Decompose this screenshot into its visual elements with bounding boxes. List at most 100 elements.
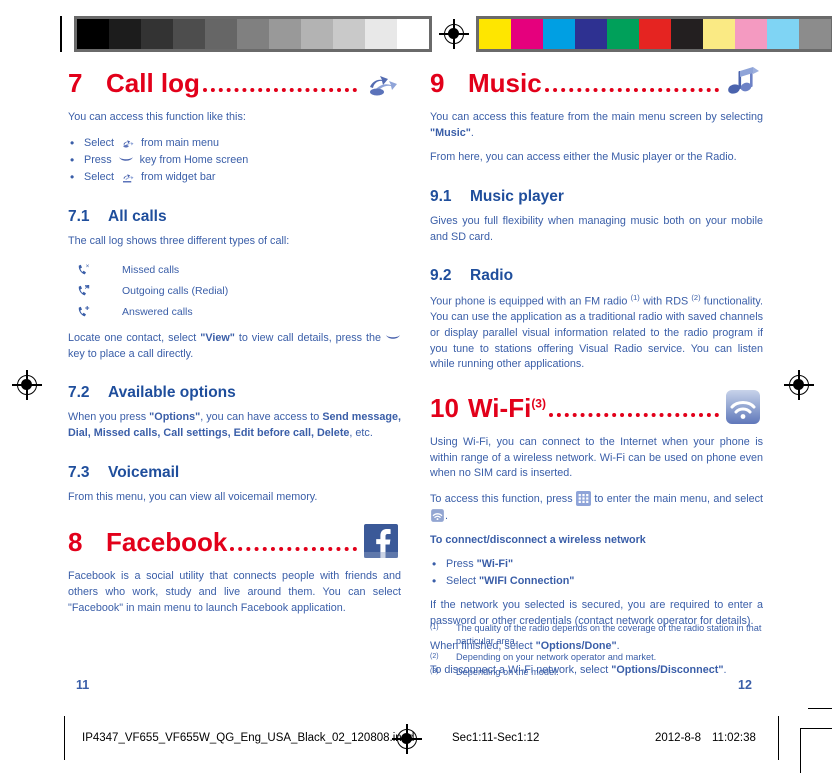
section-number: 7.1 — [68, 208, 90, 226]
heading-music: 9 Music — [430, 67, 763, 110]
footnote: (1) The quality of the radio depends on … — [430, 622, 763, 649]
music-intro-bold: "Music" — [430, 126, 471, 139]
color-swatch — [543, 19, 575, 49]
left-column: 7 Call log You can access this function … — [68, 70, 401, 625]
svg-text:×: × — [86, 263, 90, 270]
text-post: , etc. — [349, 427, 373, 439]
section-number: 8 — [68, 527, 83, 558]
color-swatch — [639, 19, 671, 49]
footnote-ref-1: (1) — [630, 293, 640, 303]
missed-call-icon: × — [68, 262, 122, 278]
section-number: 9 — [430, 68, 445, 98]
bullet-text-post: from main menu — [141, 136, 220, 149]
print-calibration-bar — [60, 16, 832, 52]
wifi-para2-pre: To access this function, press — [430, 492, 576, 505]
call-type-list: × Missed calls Outgoing calls (Redial) A… — [68, 259, 401, 322]
music-intro: You can access this feature from the mai… — [430, 110, 763, 141]
text-pre: When you press — [68, 411, 150, 424]
color-swatch — [671, 19, 703, 49]
wifi-para2-mid: to enter the main menu, and select — [591, 492, 764, 505]
text-mid: , you can have access to — [200, 411, 323, 424]
section-number: 7.2 — [68, 384, 90, 402]
widget-bar-icon — [123, 174, 134, 183]
section-title: All calls — [108, 208, 167, 226]
grayscale-swatch — [173, 19, 205, 49]
list-item: Select "WIFI Connection" — [430, 572, 763, 591]
dot-leader — [544, 70, 719, 92]
all-calls-note: Locate one contact, select "View" to vie… — [68, 331, 401, 362]
color-swatch — [767, 19, 799, 49]
grayscale-swatch — [301, 19, 333, 49]
heading-music-player: 9.1 Music player — [430, 188, 763, 206]
all-calls-intro: The call log shows three different types… — [68, 235, 290, 248]
grayscale-swatch — [77, 19, 109, 49]
color-swatch — [511, 19, 543, 49]
available-options-text: When you press "Options", you can have a… — [68, 410, 401, 441]
list-item: Press "Wi-Fi" — [430, 555, 763, 574]
heading-voicemail: 7.3 Voicemail — [68, 464, 401, 482]
trim-mark-top-h — [808, 708, 832, 710]
wifi-subheading: To connect/disconnect a wireless network — [430, 534, 646, 547]
footnote-marker: (2) — [430, 652, 439, 660]
music-para2: From here, you can access either the Mus… — [430, 151, 737, 164]
wifi-icon — [723, 387, 763, 427]
note-bold: "View" — [200, 332, 235, 345]
call-type-label: Outgoing calls (Redial) — [122, 284, 229, 297]
registration-target-icon-right — [784, 370, 814, 400]
section-title: Call log — [106, 68, 200, 98]
wifi-small-icon — [431, 508, 444, 522]
section-title: Music player — [470, 187, 564, 205]
color-swatch — [703, 19, 735, 49]
section-title: Music — [468, 68, 542, 98]
trim-mark-left — [64, 716, 66, 760]
heading-call-log: 7 Call log — [68, 70, 401, 110]
color-swatch — [575, 19, 607, 49]
footnote: (2) Depending on your network operator a… — [430, 651, 763, 664]
music-note-icon — [723, 62, 763, 102]
bullet-text-pre: Select — [84, 136, 115, 149]
wifi-steps-list: Press "Wi-Fi" Select "WIFI Connection" — [430, 555, 763, 592]
page-number-right: 12 — [738, 678, 752, 692]
radio-text: Your phone is equipped with an FM radio … — [430, 293, 763, 373]
note-pre: Locate one contact, select — [68, 332, 201, 345]
voicemail-text: From this menu, you can view all voicema… — [68, 490, 318, 503]
music-intro-post: . — [470, 126, 474, 139]
grayscale-swatch — [365, 19, 397, 49]
grayscale-swatch — [269, 19, 301, 49]
heading-wifi: 10 Wi-Fi(3) — [430, 390, 763, 435]
manual-page: 7 Call log You can access this function … — [0, 0, 832, 773]
wifi-para2-post: . — [445, 509, 448, 522]
footer-date: 2012-8-8 — [655, 732, 702, 744]
footnotes-block: (1) The quality of the radio depends on … — [430, 622, 763, 681]
grayscale-swatch — [397, 19, 429, 49]
section-number: 9.1 — [430, 187, 452, 205]
footnote-text: The quality of the radio depends on the … — [456, 623, 762, 647]
step-bold: "WIFI Connection" — [479, 575, 575, 588]
footnote-text: Depending on your network operator and m… — [456, 651, 657, 662]
text-bold-options: "Options" — [149, 411, 201, 424]
list-item: × Missed calls — [68, 259, 401, 280]
right-column: 9 Music You can access this feature from… — [430, 67, 764, 688]
call-type-label: Answered calls — [122, 305, 193, 318]
registration-target-icon-left — [12, 370, 42, 400]
call-key-icon — [118, 156, 133, 161]
step-text: Press — [446, 557, 477, 570]
radio-text-a: Your phone is equipped with an FM radio — [430, 295, 631, 308]
music-player-text: Gives you full flexibility when managing… — [430, 214, 763, 243]
call-log-small-icon — [123, 139, 134, 148]
trim-rule-left — [60, 16, 62, 52]
section-title: Facebook — [106, 527, 228, 558]
step-bold: "Wi-Fi" — [476, 557, 514, 570]
section-number: 10 — [430, 393, 459, 423]
heading-available-options: 7.2 Available options — [68, 384, 401, 402]
call-log-icon — [361, 62, 401, 102]
section-title: Voicemail — [108, 463, 180, 481]
footnote-marker: (3) — [430, 668, 439, 676]
registration-target-icon — [439, 19, 469, 49]
dot-leader — [202, 70, 357, 92]
list-item: Select from main menu — [68, 134, 401, 153]
dot-leader — [548, 395, 719, 417]
call-type-label: Missed calls — [122, 263, 180, 276]
grayscale-swatch-strip — [74, 16, 432, 52]
call-log-intro: You can access this function like this: — [68, 111, 246, 123]
